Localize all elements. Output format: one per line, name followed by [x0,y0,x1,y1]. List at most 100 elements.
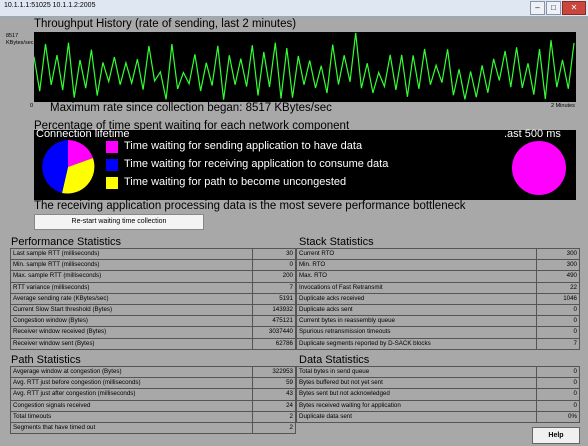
row-label: Bytes received waiting for application [299,401,401,409]
row-label: Bytes sent but not acknowledged [299,390,390,398]
row-label: Avg. RTT just after congestion (millisec… [13,390,136,398]
row-value: 0 [536,327,579,338]
row-value: 30 [252,249,295,260]
bottleneck-summary: The receiving application processing dat… [34,200,466,212]
row-label: Average sending rate (KBytes/sec) [13,294,109,302]
table-row: Min. sample RTT (milliseconds) 0 [11,260,295,272]
throughput-svg [33,32,575,100]
legend-path: Time waiting for path to become unconges… [124,176,347,188]
last-500ms-pie [512,141,566,195]
row-label: Invocations of Fast Retransmit [299,283,383,291]
row-label: Total timeouts [13,412,52,420]
row-value: 490 [536,271,579,282]
table-row: Avg. RTT just before congestion (millise… [11,378,295,390]
row-label: Min. RTO [299,261,326,269]
row-value: 22 [536,282,579,293]
row-label: Segments that have timed out [13,423,96,431]
row-value: 2 [252,411,295,422]
table-row: Avg. RTT just after congestion (millisec… [11,389,295,401]
row-value: 200 [252,271,295,282]
help-button[interactable]: Help [532,427,580,444]
throughput-line [33,32,575,100]
waiting-panel: Connection lifetime .ast 500 ms Time wai… [34,128,576,200]
restart-waiting-button[interactable]: Re-start waiting time collection [34,214,204,230]
row-value: 43 [252,389,295,400]
row-label: Receiver window received (Bytes) [13,328,107,336]
lifetime-pie [42,140,95,194]
path-table: Avgerage window at congestion (Bytes) 322… [10,366,296,435]
table-row: Max. sample RTT (milliseconds) 200 [11,271,295,283]
throughput-y-unit: KBytes/sec [6,40,34,46]
stack-title: Stack Statistics [299,236,374,248]
table-row: Receiver window sent (Bytes) 62786 [11,338,295,349]
row-label: Duplicate acks received [299,294,365,302]
row-label: Avg. RTT just before congestion (millise… [13,379,141,387]
row-label: Max. sample RTT (milliseconds) [13,272,102,280]
row-value: 322953 [252,367,295,378]
table-row: Segments that have timed out 2 [11,422,295,434]
minimize-icon[interactable]: – [530,1,545,15]
maximize-icon[interactable]: □ [546,1,561,15]
row-label: Avgerage window at congestion (Bytes) [13,368,122,375]
row-value: 300 [536,260,579,271]
data-stats-table: Total bytes in send queue 0 Bytes buffered… [296,366,580,423]
table-row: Last sample RTT (milliseconds) 30 [11,249,295,261]
legend-swatch-sending [106,141,118,153]
row-label: Receiver window sent (Bytes) [13,339,95,347]
table-row: Bytes buffered but not yet sent 0 [297,378,579,390]
row-label: Last sample RTT (milliseconds) [13,250,100,257]
window-controls: – □ ✕ [529,1,586,15]
row-value: 1046 [536,293,579,304]
row-value: 0% [536,411,579,422]
row-label: Congestion window (Bytes) [13,317,88,325]
max-rate-text: Maximum rate since collection began: 851… [50,102,332,114]
table-row: Total timeouts 2 [11,411,295,423]
table-row: Current RTO 300 [297,249,579,261]
row-value: 0 [536,367,579,378]
table-row: Total bytes in send queue 0 [297,367,579,379]
row-label: Current bytes in reassembly queue [299,317,395,325]
table-row: Spurious retransmission timeouts 0 [297,327,579,339]
row-value: 7 [252,282,295,293]
throughput-x-right: 2 Minutes [551,103,575,109]
data-stats-title: Data Statistics [299,354,370,366]
performance-table: Last sample RTT (milliseconds) 30 Min. sam… [10,248,296,350]
row-label: RTT variance (milliseconds) [13,283,90,291]
row-value: 0 [252,260,295,271]
row-value: 0 [536,316,579,327]
table-row: Duplicate segments reported by D-SACK bl… [297,338,579,349]
table-row: Avgerage window at congestion (Bytes) 322… [11,367,295,379]
row-label: Max. RTO [299,272,327,280]
row-label: Bytes buffered but not yet sent [299,379,383,387]
table-row: Max. RTO 490 [297,271,579,283]
table-row: Invocations of Fast Retransmit 22 [297,282,579,294]
stack-table: Current RTO 300 Min. RTO 300 Max. RTO 490 Invo… [296,248,580,350]
window-title: 10.1.1.1:51025 10.1.1.2:2005 [4,2,96,9]
legend-swatch-path [106,177,118,189]
table-row: Duplicate data sent 0% [297,411,579,422]
row-value: 59 [252,378,295,389]
row-label: Current Slow Start threshold (Bytes) [13,305,113,313]
row-value: 5191 [252,293,295,304]
row-value: 0 [536,400,579,411]
row-value: 2 [252,422,295,434]
table-row: Duplicate acks received 1046 [297,293,579,305]
throughput-y-min: 0 [30,103,34,109]
row-label: Duplicate segments reported by D-SACK bl… [299,339,431,347]
table-row: Duplicate acks sent 0 [297,304,579,317]
throughput-y-max: 8517 [6,33,19,39]
row-label: Min. sample RTT (milliseconds) [13,261,100,269]
table-row: RTT variance (milliseconds) 7 [11,282,295,294]
row-value: 62786 [252,338,295,349]
close-icon[interactable]: ✕ [562,1,586,15]
table-row: Receiver window received (Bytes) 3037440 [11,327,295,339]
row-label: Total bytes in send queue [299,368,370,375]
row-value: 0 [536,304,579,316]
row-label: Congestion signals received [13,401,91,409]
table-row: Average sending rate (KBytes/sec) 5191 [11,293,295,305]
legend-sending: Time waiting for sending application to … [124,140,363,152]
window-titlebar: 10.1.1.1:51025 10.1.1.2:2005 – □ ✕ [0,0,588,17]
throughput-title: Throughput History (rate of sending, las… [34,18,297,30]
table-row: Min. RTO 300 [297,260,579,272]
throughput-graph [33,32,576,102]
